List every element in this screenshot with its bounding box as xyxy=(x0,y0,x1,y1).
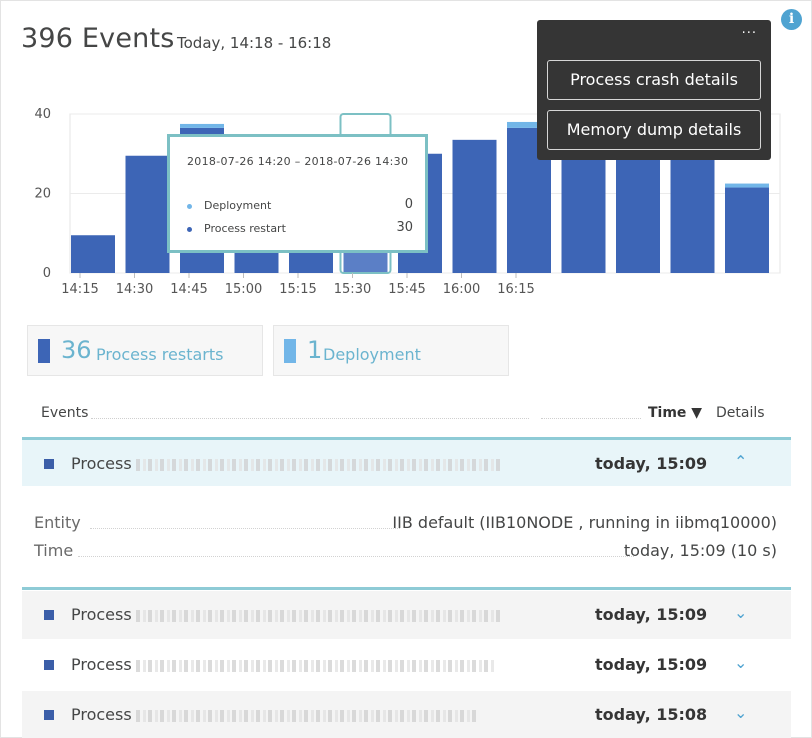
x-tick-label: 15:00 xyxy=(225,282,262,297)
bar-process-restart xyxy=(670,145,715,273)
memory-dump-details-button[interactable]: Memory dump details xyxy=(547,110,761,150)
x-tick-label: 16:15 xyxy=(497,282,534,297)
summary-label: Deployment xyxy=(323,345,421,364)
detail-value: today, 15:09 (10 s) xyxy=(623,541,777,560)
x-tick-label: 14:45 xyxy=(170,282,207,297)
x-tick-label: 14:30 xyxy=(116,282,153,297)
table-row[interactable]: Process today, 15:09 ⌄ xyxy=(22,641,791,689)
tooltip-row-value: 30 xyxy=(396,220,413,235)
events-panel: 396 Events Today, 14:18 - 16:18 i 0 20 40 1… xyxy=(0,0,812,738)
event-time: today, 15:09 xyxy=(595,454,708,473)
process-restart-dot-icon xyxy=(187,226,192,232)
bar-deployment xyxy=(180,123,224,128)
y-tick-label: 40 xyxy=(34,107,51,122)
page-title: 396 Events xyxy=(21,23,175,54)
detail-key: Time xyxy=(34,541,74,560)
y-tick-label: 20 xyxy=(34,187,51,202)
y-tick-label: 0 xyxy=(43,266,51,281)
summary-process-restarts[interactable]: 36 Process restarts xyxy=(27,325,263,376)
tooltip-row-value: 0 xyxy=(404,197,413,212)
x-tick-label: 15:30 xyxy=(334,282,371,297)
more-options-icon[interactable]: ··· xyxy=(742,26,757,41)
table-row[interactable]: Process today, 15:09 ⌄ xyxy=(22,591,791,639)
row-separator xyxy=(22,587,791,590)
bar-process-restart xyxy=(125,155,170,273)
process-restart-square-icon xyxy=(44,459,54,469)
event-time: today, 15:09 xyxy=(595,605,708,624)
context-menu: ··· Process crash details Memory dump de… xyxy=(537,20,771,160)
column-events[interactable]: Events xyxy=(41,405,88,421)
redacted-entity-name xyxy=(136,610,502,622)
process-restart-color-icon xyxy=(38,339,50,363)
summary-count: 36 xyxy=(61,336,92,364)
chevron-down-icon[interactable]: ⌄ xyxy=(734,653,747,672)
process-restart-square-icon xyxy=(44,610,54,620)
summary-label: Process restarts xyxy=(96,345,224,364)
tooltip-row-label: Process restart xyxy=(204,222,286,235)
chart-tooltip: 2018-07-26 14:20 – 2018-07-26 14:30 Depl… xyxy=(167,134,428,253)
detail-value[interactable]: IIB default (IIB10NODE , running in iibm… xyxy=(392,513,777,532)
process-crash-details-button[interactable]: Process crash details xyxy=(547,60,761,100)
deployment-color-icon xyxy=(284,339,296,363)
x-tick-label: 16:00 xyxy=(443,282,480,297)
table-row-expanded[interactable]: Process today, 15:09 ⌃ xyxy=(22,437,791,486)
summary-count: 1 xyxy=(307,336,323,364)
x-tick-label: 15:45 xyxy=(388,282,425,297)
deployment-dot-icon xyxy=(187,203,192,209)
detail-divider xyxy=(90,528,400,529)
event-label: Process xyxy=(71,605,132,624)
bar-process-restart xyxy=(616,145,660,273)
bar-process-restart xyxy=(71,235,115,273)
process-restart-square-icon xyxy=(44,710,54,720)
detail-key: Entity xyxy=(34,513,81,532)
tooltip-row-process-restart: Process restart 30 xyxy=(187,220,413,235)
column-time[interactable]: Time ▼ xyxy=(648,405,702,421)
redacted-entity-name xyxy=(136,710,478,722)
tooltip-range: 2018-07-26 14:20 – 2018-07-26 14:30 xyxy=(187,155,409,168)
bar-process-restart xyxy=(561,145,606,273)
process-restart-square-icon xyxy=(44,660,54,670)
event-label: Process xyxy=(71,705,132,724)
info-icon[interactable]: i xyxy=(781,9,802,30)
chevron-down-icon[interactable]: ⌄ xyxy=(734,603,747,622)
column-details: Details xyxy=(716,405,765,421)
event-time: today, 15:09 xyxy=(595,655,708,674)
detail-divider xyxy=(78,556,634,557)
header-divider xyxy=(541,418,641,419)
tooltip-row-label: Deployment xyxy=(204,199,272,212)
bar-deployment xyxy=(725,183,769,188)
tooltip-row-deployment: Deployment 0 xyxy=(187,197,413,212)
chevron-up-icon[interactable]: ⌃ xyxy=(734,452,747,471)
time-range-label: Today, 14:18 - 16:18 xyxy=(177,34,332,52)
redacted-entity-name xyxy=(136,660,496,672)
header-divider xyxy=(91,418,529,419)
bar-process-restart xyxy=(452,139,497,273)
event-label: Process xyxy=(71,454,132,473)
table-row[interactable]: Process today, 15:08 ⌄ xyxy=(22,691,791,738)
x-tick-label: 15:15 xyxy=(279,282,316,297)
summary-deployment[interactable]: 1 Deployment xyxy=(273,325,509,376)
bar-process-restart xyxy=(725,187,769,273)
chevron-down-icon[interactable]: ⌄ xyxy=(734,703,747,722)
redacted-entity-name xyxy=(136,459,501,471)
x-tick-label: 14:15 xyxy=(61,282,98,297)
event-label: Process xyxy=(71,655,132,674)
event-time: today, 15:08 xyxy=(595,705,708,724)
table-header: Events Time ▼ Details xyxy=(21,405,793,425)
